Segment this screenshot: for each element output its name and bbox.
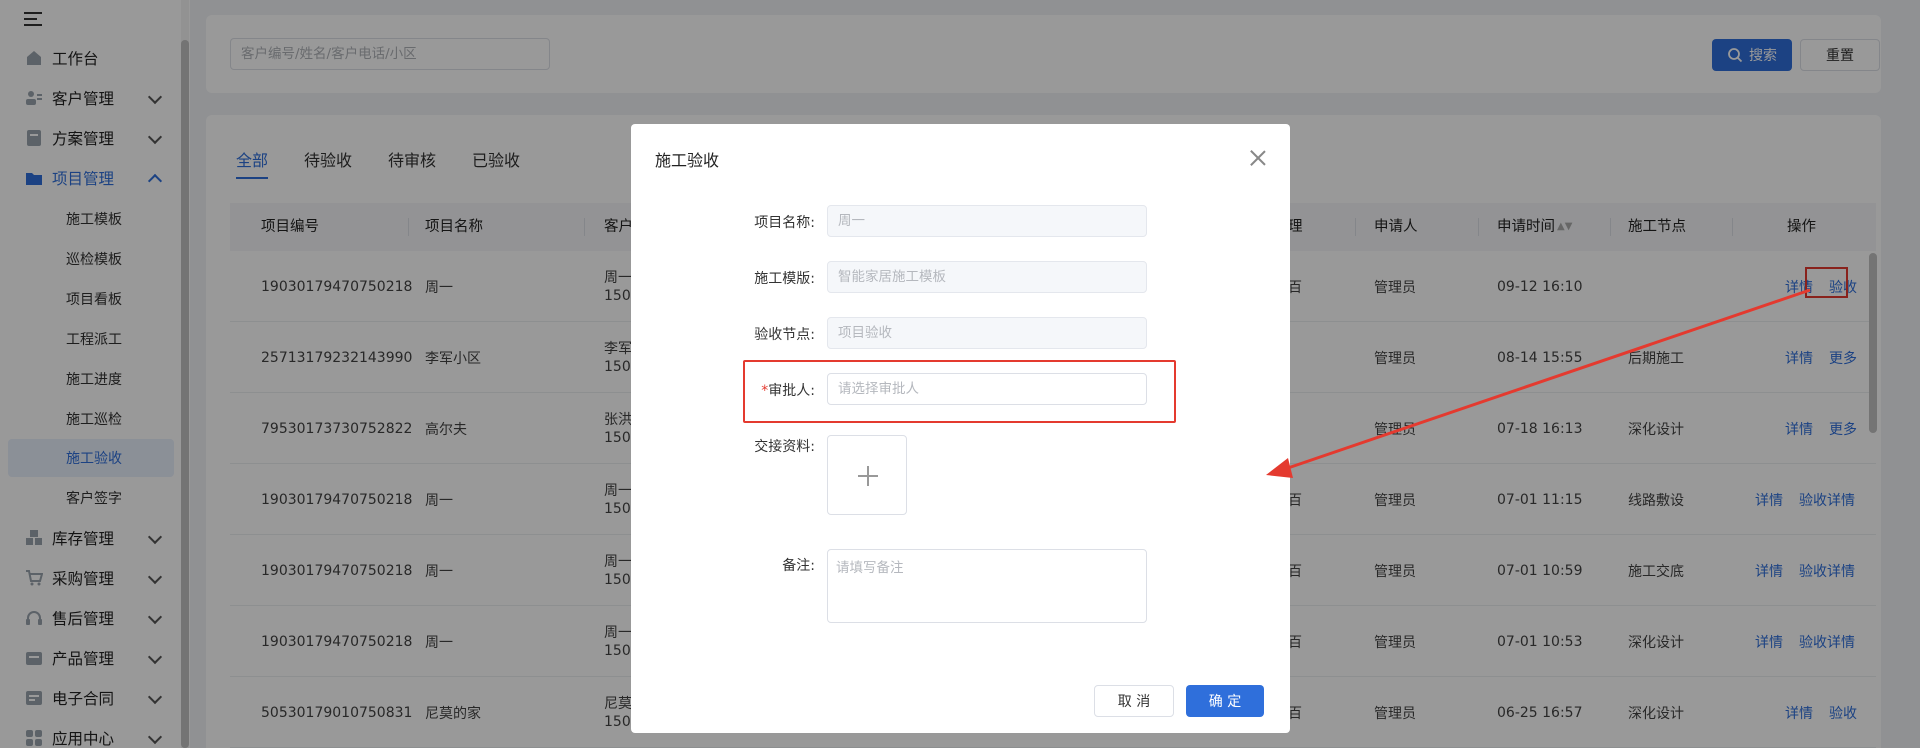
upload-button[interactable]: [827, 435, 907, 515]
dialog-title: 施工验收: [655, 151, 720, 170]
remark-textarea[interactable]: [827, 549, 1147, 623]
remark-label: 备注:: [782, 558, 815, 574]
project-name-field: [827, 205, 1147, 237]
close-icon[interactable]: [1250, 150, 1266, 166]
acceptance-node-label: 验收节点:: [754, 327, 815, 343]
acceptance-node-field: [827, 317, 1147, 349]
template-label: 施工模版:: [754, 271, 815, 287]
annotation-highlight-approver: [743, 360, 1176, 423]
acceptance-dialog: 施工验收 项目名称: 施工模版: 验收节点: *审批人: 交接资料: 备注: 取…: [631, 124, 1290, 733]
template-field: [827, 261, 1147, 293]
confirm-button[interactable]: 确 定: [1186, 685, 1264, 717]
attachment-label: 交接资料:: [754, 439, 815, 455]
cancel-button[interactable]: 取 消: [1094, 685, 1174, 717]
project-name-label: 项目名称:: [754, 215, 815, 231]
